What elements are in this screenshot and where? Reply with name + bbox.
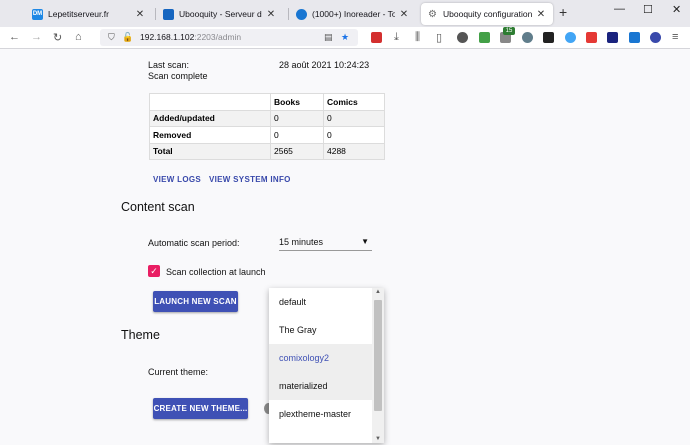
theme-heading: Theme	[121, 328, 160, 342]
scroll-up-arrow-icon[interactable]: ▲	[372, 289, 384, 295]
shield-extension-icon[interactable]	[479, 32, 490, 43]
table-row: Total 2565 4288	[149, 142, 385, 160]
inoreader-favicon-icon	[296, 8, 307, 20]
scan-at-launch-checkbox[interactable]: ✓	[148, 265, 160, 277]
downloads-icon[interactable]: ⤓	[394, 31, 399, 44]
table-header: Comics	[323, 93, 385, 111]
tab-lepetitserveur[interactable]: DM Lepetitserveur.fr ✕	[26, 3, 152, 25]
account-icon[interactable]	[650, 32, 661, 43]
tab-title: Lepetitserveur.fr	[48, 9, 109, 19]
minimize-button[interactable]: —	[614, 3, 625, 15]
terminal-extension-icon[interactable]	[543, 32, 554, 43]
theme-option-plextheme-master[interactable]: plextheme-master	[269, 400, 372, 428]
scroll-down-arrow-icon[interactable]: ▼	[372, 436, 384, 442]
admin-page: Last scan: 28 août 2021 10:24:23 Scan co…	[0, 49, 690, 445]
new-tab-button[interactable]: +	[559, 4, 567, 20]
url-path: :2203/admin	[194, 32, 242, 42]
scan-status: Scan complete	[148, 71, 208, 81]
scan-stats-table: Books Comics Added/updated 0 0 Removed 0…	[149, 93, 385, 160]
view-system-info-link[interactable]: VIEW SYSTEM INFO	[209, 175, 291, 184]
library-icon[interactable]: ⫼	[415, 31, 420, 44]
chevron-down-icon: ▼	[361, 237, 369, 246]
screen: DM Lepetitserveur.fr ✕ Ubooquity - Serve…	[0, 0, 690, 445]
reader-view-icon[interactable]: ▤	[324, 29, 333, 46]
last-scan-value: 28 août 2021 10:24:23	[279, 60, 370, 70]
scan-period-label: Automatic scan period:	[148, 238, 240, 248]
comics-cell: 0	[323, 109, 385, 127]
table-header-row: Books Comics	[149, 93, 385, 111]
books-cell: 0	[270, 109, 324, 127]
tab-title: (1000+) Inoreader - Tous les articles	[312, 9, 395, 19]
extension-circle-icon[interactable]	[457, 32, 468, 43]
browser-nav-bar: ← → ↻ ⌂ ⛉ 🔓 192.168.1.102:2203/admin ▤ ★…	[0, 27, 690, 49]
bookmark-star-icon[interactable]: ★	[341, 29, 349, 46]
row-label: Removed	[149, 126, 271, 144]
theme-option-materialized[interactable]: materialized	[269, 372, 372, 400]
url-host: 192.168.1.102	[140, 32, 195, 42]
menu-icon[interactable]: ≡	[672, 31, 678, 43]
tab-title: Ubooquity - Serveur de BD et eBook	[179, 9, 262, 19]
maximize-button[interactable]: ☐	[643, 3, 653, 16]
row-label: Total	[149, 142, 271, 160]
current-theme-label: Current theme:	[148, 367, 209, 377]
close-tab-icon[interactable]: ✕	[535, 9, 547, 20]
content-scan-heading: Content scan	[121, 200, 195, 214]
url-bar[interactable]: ⛉ 🔓 192.168.1.102:2203/admin ▤ ★	[100, 29, 358, 46]
tab-inoreader[interactable]: (1000+) Inoreader - Tous les articles ✕	[290, 3, 416, 25]
row-label: Added/updated	[149, 109, 271, 127]
books-cell: 0	[270, 126, 324, 144]
shield-icon[interactable]: ⛉	[108, 29, 115, 46]
dropdown-scrollbar[interactable]: ▲ ▼	[372, 288, 384, 443]
reload-icon[interactable]: ↻	[53, 31, 62, 44]
scan-at-launch-label: Scan collection at launch	[166, 267, 266, 277]
comics-cell: 4288	[323, 142, 385, 160]
back-arrow-icon[interactable]: ←	[9, 31, 20, 43]
lepetitserveur-favicon-icon: DM	[32, 8, 43, 20]
launch-new-scan-button[interactable]: LAUNCH NEW SCAN	[153, 291, 238, 312]
theme-dropdown-list[interactable]: default The Gray comixology2 materialize…	[269, 288, 384, 443]
comics-cell: 0	[323, 126, 385, 144]
close-tab-icon[interactable]: ✕	[134, 9, 146, 20]
ubooquity-favicon-icon	[163, 8, 174, 20]
tab-title: Ubooquity configuration	[443, 9, 532, 19]
bitwarden-icon[interactable]	[607, 32, 618, 43]
cloud-extension-icon[interactable]	[565, 32, 576, 43]
tab-ubooquity-serveur[interactable]: Ubooquity - Serveur de BD et eBook ✕	[157, 3, 283, 25]
sidebar-icon[interactable]: ▯	[436, 31, 442, 44]
table-row: Added/updated 0 0	[149, 109, 385, 127]
home-icon[interactable]: ⌂	[75, 31, 82, 43]
close-tab-icon[interactable]: ✕	[265, 9, 277, 20]
table-header	[149, 93, 271, 111]
tab-ubooquity-configuration[interactable]: ⚙ Ubooquity configuration ✕	[421, 3, 553, 25]
table-row: Removed 0 0	[149, 126, 385, 144]
scan-period-select[interactable]: 15 minutes ▼	[279, 235, 372, 251]
create-new-theme-button[interactable]: CREATE NEW THEME...	[153, 398, 248, 419]
extension-badge: 15	[503, 27, 515, 35]
table-header: Books	[270, 93, 324, 111]
gear-favicon-icon: ⚙	[428, 8, 437, 20]
extension-gear-icon[interactable]	[522, 32, 533, 43]
view-logs-link[interactable]: VIEW LOGS	[153, 175, 201, 184]
books-cell: 2565	[270, 142, 324, 160]
pocket-icon[interactable]	[371, 32, 382, 43]
theme-option-comixology2[interactable]: comixology2	[269, 344, 372, 372]
scan-period-value: 15 minutes	[279, 237, 324, 247]
forward-arrow-icon[interactable]: →	[31, 31, 42, 43]
close-tab-icon[interactable]: ✕	[398, 9, 410, 20]
m-extension-icon[interactable]	[629, 32, 640, 43]
close-window-button[interactable]: ✕	[672, 3, 681, 16]
theme-option-default[interactable]: default	[269, 288, 372, 316]
theme-option-the-gray[interactable]: The Gray	[269, 316, 372, 344]
insecure-lock-icon[interactable]: 🔓	[122, 29, 133, 46]
scrollbar-thumb[interactable]	[374, 300, 382, 411]
browser-tab-bar: DM Lepetitserveur.fr ✕ Ubooquity - Serve…	[0, 0, 690, 27]
last-scan-label: Last scan:	[148, 60, 190, 70]
red-shield-extension-icon[interactable]	[586, 32, 597, 43]
